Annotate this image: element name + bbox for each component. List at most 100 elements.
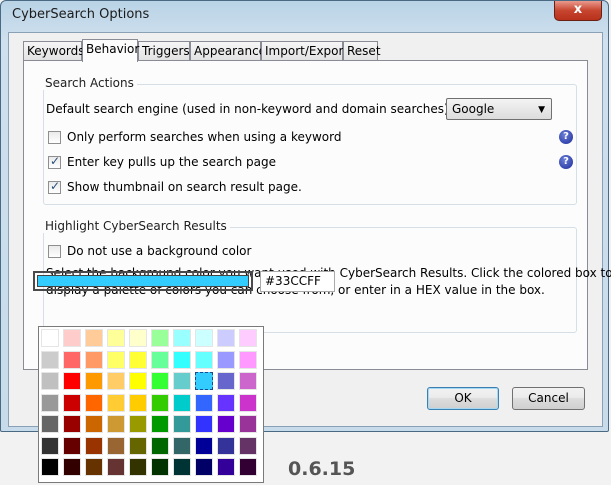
palette-color-cell[interactable]	[173, 393, 191, 412]
palette-color-cell[interactable]	[41, 393, 59, 412]
palette-color-cell[interactable]	[195, 458, 213, 476]
palette-color-cell[interactable]	[41, 458, 59, 476]
check-icon: ✓	[50, 154, 61, 168]
palette-color-cell[interactable]	[129, 329, 147, 347]
palette-color-cell[interactable]	[63, 415, 81, 433]
palette-color-cell[interactable]	[63, 458, 81, 476]
enter-key-label: Enter key pulls up the search page	[67, 155, 276, 169]
palette-color-cell[interactable]	[63, 436, 81, 455]
palette-color-cell[interactable]	[195, 415, 213, 433]
close-button[interactable]: x	[554, 1, 602, 21]
no-background-checkbox[interactable]	[48, 245, 61, 258]
palette-color-cell[interactable]	[151, 458, 169, 476]
palette-color-cell[interactable]	[217, 393, 235, 412]
palette-color-cell[interactable]	[63, 350, 81, 369]
palette-color-cell[interactable]	[85, 415, 103, 433]
palette-color-cell[interactable]	[151, 436, 169, 455]
tab-appearance[interactable]: Appearance	[190, 41, 266, 60]
palette-color-cell[interactable]	[63, 329, 81, 347]
palette-color-cell[interactable]	[173, 372, 191, 390]
palette-color-cell[interactable]	[151, 372, 169, 390]
palette-color-cell[interactable]	[107, 436, 125, 455]
palette-color-cell[interactable]	[173, 350, 191, 369]
palette-color-cell[interactable]	[85, 372, 103, 390]
palette-color-cell[interactable]	[63, 372, 81, 390]
show-thumbnail-label: Show thumbnail on search result page.	[67, 180, 302, 194]
behavior-panel: Search Actions Default search engine (us…	[23, 60, 611, 370]
keyword-only-help-icon[interactable]: ?	[559, 130, 573, 144]
search-engine-label: Default search engine (used in non-keywo…	[46, 102, 453, 116]
chevron-down-icon: ▼	[538, 105, 545, 115]
palette-color-cell[interactable]	[41, 350, 59, 369]
title-bar[interactable]: CyberSearch Options x	[1, 1, 608, 31]
palette-color-cell[interactable]	[151, 350, 169, 369]
palette-color-cell[interactable]	[239, 415, 257, 433]
palette-color-cell[interactable]	[217, 436, 235, 455]
palette-color-cell[interactable]	[41, 329, 59, 347]
enter-key-help-icon[interactable]: ?	[559, 155, 573, 169]
palette-color-cell[interactable]	[129, 436, 147, 455]
palette-color-cell[interactable]	[239, 350, 257, 369]
palette-color-cell[interactable]	[85, 458, 103, 476]
search-engine-value: Google	[452, 102, 495, 116]
palette-color-cell[interactable]	[239, 393, 257, 412]
palette-color-cell[interactable]	[41, 436, 59, 455]
palette-color-cell[interactable]	[195, 372, 213, 390]
palette-color-cell[interactable]	[63, 393, 81, 412]
no-background-label: Do not use a background color	[67, 244, 252, 258]
palette-color-cell[interactable]	[107, 350, 125, 369]
palette-color-cell[interactable]	[151, 393, 169, 412]
palette-color-cell[interactable]	[239, 436, 257, 455]
palette-color-cell[interactable]	[107, 329, 125, 347]
palette-color-cell[interactable]	[173, 436, 191, 455]
keyword-only-checkbox[interactable]	[48, 131, 61, 144]
palette-color-cell[interactable]	[41, 372, 59, 390]
color-picker-box[interactable]	[33, 271, 253, 291]
palette-color-cell[interactable]	[107, 393, 125, 412]
ok-button[interactable]: OK	[427, 387, 499, 410]
palette-color-cell[interactable]	[107, 458, 125, 476]
palette-color-cell[interactable]	[217, 350, 235, 369]
palette-color-cell[interactable]	[239, 329, 257, 347]
tab-keywords[interactable]: Keywords	[23, 41, 85, 60]
palette-color-cell[interactable]	[129, 415, 147, 433]
highlight-legend: Highlight CyberSearch Results	[42, 219, 230, 233]
tab-triggers[interactable]: Triggers	[138, 41, 190, 60]
palette-color-cell[interactable]	[129, 372, 147, 390]
palette-color-cell[interactable]	[107, 372, 125, 390]
palette-color-cell[interactable]	[107, 415, 125, 433]
palette-color-cell[interactable]	[151, 415, 169, 433]
palette-color-cell[interactable]	[195, 350, 213, 369]
tab-reset[interactable]: Reset	[343, 41, 381, 60]
palette-color-cell[interactable]	[173, 329, 191, 347]
palette-color-cell[interactable]	[173, 415, 191, 433]
palette-color-cell[interactable]	[195, 436, 213, 455]
palette-color-cell[interactable]	[173, 458, 191, 476]
palette-color-cell[interactable]	[129, 393, 147, 412]
palette-color-cell[interactable]	[239, 458, 257, 476]
search-actions-legend: Search Actions	[42, 76, 137, 90]
palette-color-cell[interactable]	[195, 329, 213, 347]
palette-color-cell[interactable]	[239, 372, 257, 390]
enter-key-checkbox[interactable]: ✓	[48, 154, 61, 169]
cancel-button[interactable]: Cancel	[512, 387, 585, 410]
show-thumbnail-checkbox[interactable]: ✓	[48, 179, 61, 194]
palette-color-cell[interactable]	[217, 458, 235, 476]
tab-import-export[interactable]: Import/Export	[261, 41, 348, 60]
palette-color-cell[interactable]	[217, 372, 235, 390]
tab-behavior[interactable]: Behavior	[82, 39, 139, 62]
palette-color-cell[interactable]	[151, 329, 169, 347]
palette-color-cell[interactable]	[85, 436, 103, 455]
palette-color-cell[interactable]	[85, 350, 103, 369]
palette-color-cell[interactable]	[129, 350, 147, 369]
palette-color-cell[interactable]	[217, 415, 235, 433]
palette-color-cell[interactable]	[85, 329, 103, 347]
palette-color-cell[interactable]	[129, 458, 147, 476]
palette-color-cell[interactable]	[195, 393, 213, 412]
palette-color-cell[interactable]	[85, 393, 103, 412]
hex-color-input[interactable]: #33CCFF	[260, 271, 335, 292]
palette-color-cell[interactable]	[41, 415, 59, 433]
search-engine-select[interactable]: Google ▼	[446, 98, 552, 120]
current-color-swatch	[37, 275, 249, 287]
palette-color-cell[interactable]	[217, 329, 235, 347]
